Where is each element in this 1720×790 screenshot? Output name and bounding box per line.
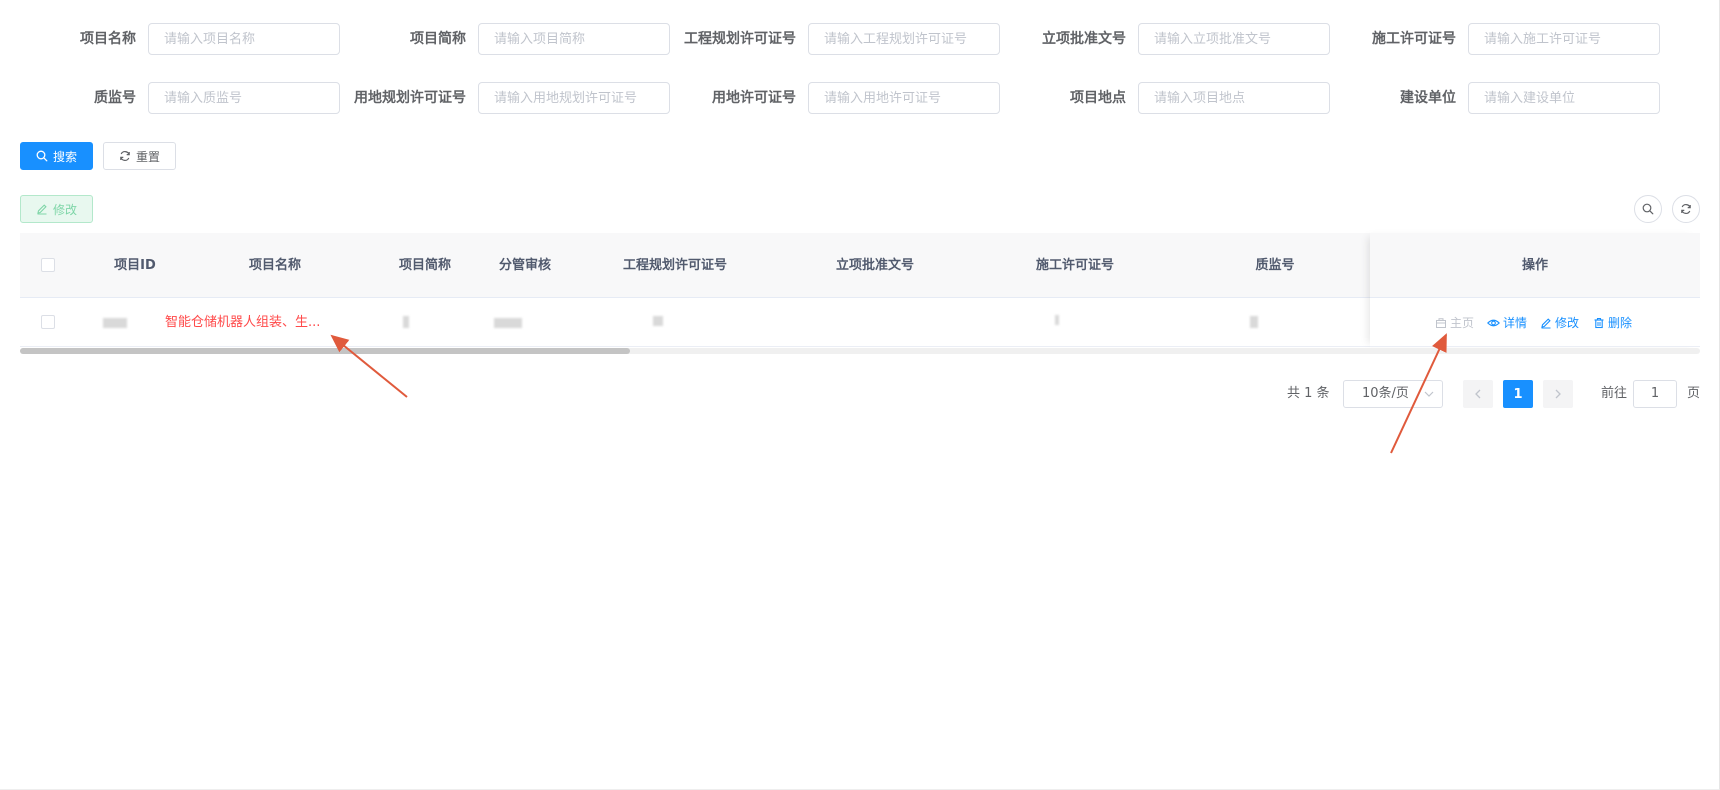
project-list-page: 项目名称 项目简称 工程规划许可证号 立项批准文号 施工许可证号 质监号 用地规… (0, 0, 1720, 790)
arrow-to-project-name (330, 334, 408, 398)
annotation-arrows (330, 333, 1447, 454)
arrow-to-home-action (1390, 333, 1447, 454)
